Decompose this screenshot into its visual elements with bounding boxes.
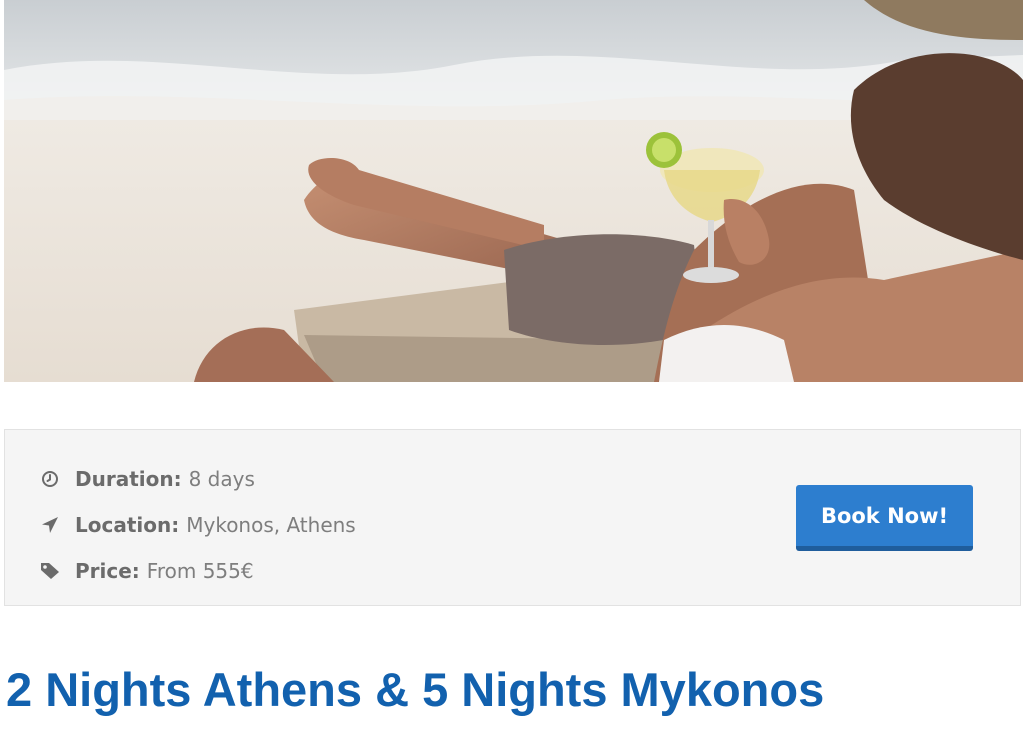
beach-photo xyxy=(4,0,1023,382)
page-title: 2 Nights Athens & 5 Nights Mykonos xyxy=(6,663,825,716)
duration-label: Duration: xyxy=(75,467,182,491)
duration-value: 8 days xyxy=(188,467,255,491)
location-value: Mykonos, Athens xyxy=(186,513,356,537)
book-now-button[interactable]: Book Now! xyxy=(796,485,973,551)
clock-icon xyxy=(39,468,61,490)
tour-details-list: Duration: 8 days Location: Mykonos, Athe… xyxy=(39,456,356,594)
price-tag-icon xyxy=(39,560,61,582)
detail-price: Price: From 555€ xyxy=(39,548,356,594)
detail-location: Location: Mykonos, Athens xyxy=(39,502,356,548)
tour-info-box: Duration: 8 days Location: Mykonos, Athe… xyxy=(4,429,1021,606)
price-label: Price: xyxy=(75,559,140,583)
price-value: From 555€ xyxy=(146,559,254,583)
hero-image xyxy=(4,0,1023,382)
location-arrow-icon xyxy=(39,514,61,536)
tour-page: Duration: 8 days Location: Mykonos, Athe… xyxy=(0,0,1024,736)
location-label: Location: xyxy=(75,513,180,537)
detail-duration: Duration: 8 days xyxy=(39,456,356,502)
